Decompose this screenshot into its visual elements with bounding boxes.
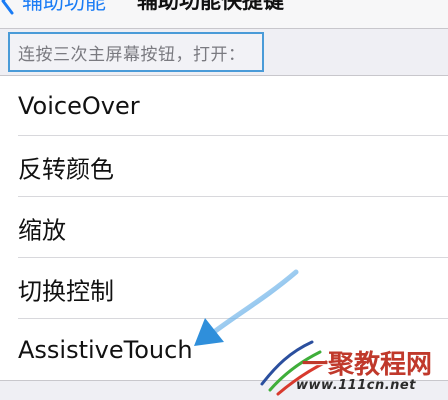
watermark-url: www.111cn.net [296, 378, 416, 393]
watermark-swoosh [260, 340, 328, 396]
watermark-text: 一聚教程网 [302, 350, 433, 380]
